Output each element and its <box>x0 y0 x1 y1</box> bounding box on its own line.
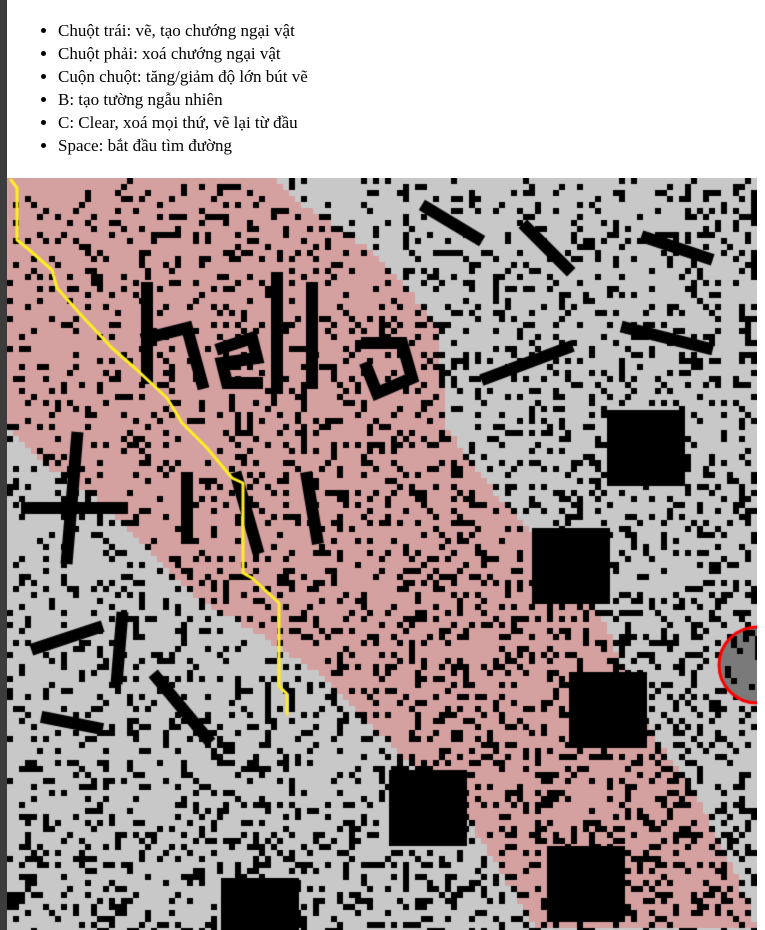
instructions-list: Chuột trái: vẽ, tạo chướng ngại vật Chuộ… <box>38 19 308 157</box>
instruction-left-click: Chuột trái: vẽ, tạo chướng ngại vật <box>58 19 308 42</box>
window-left-border <box>0 0 7 930</box>
grid-canvas[interactable] <box>7 178 757 930</box>
instruction-right-click: Chuột phải: xoá chướng ngại vật <box>58 42 308 65</box>
instruction-key-b: B: tạo tường ngẫu nhiên <box>58 88 308 111</box>
pathfinding-grid[interactable] <box>7 178 757 930</box>
instruction-key-space: Space: bắt đầu tìm đường <box>58 134 308 157</box>
instruction-key-c: C: Clear, xoá mọi thứ, vẽ lại từ đầu <box>58 111 308 134</box>
instruction-scroll: Cuộn chuột: tăng/giảm độ lớn bút vẽ <box>58 65 308 88</box>
